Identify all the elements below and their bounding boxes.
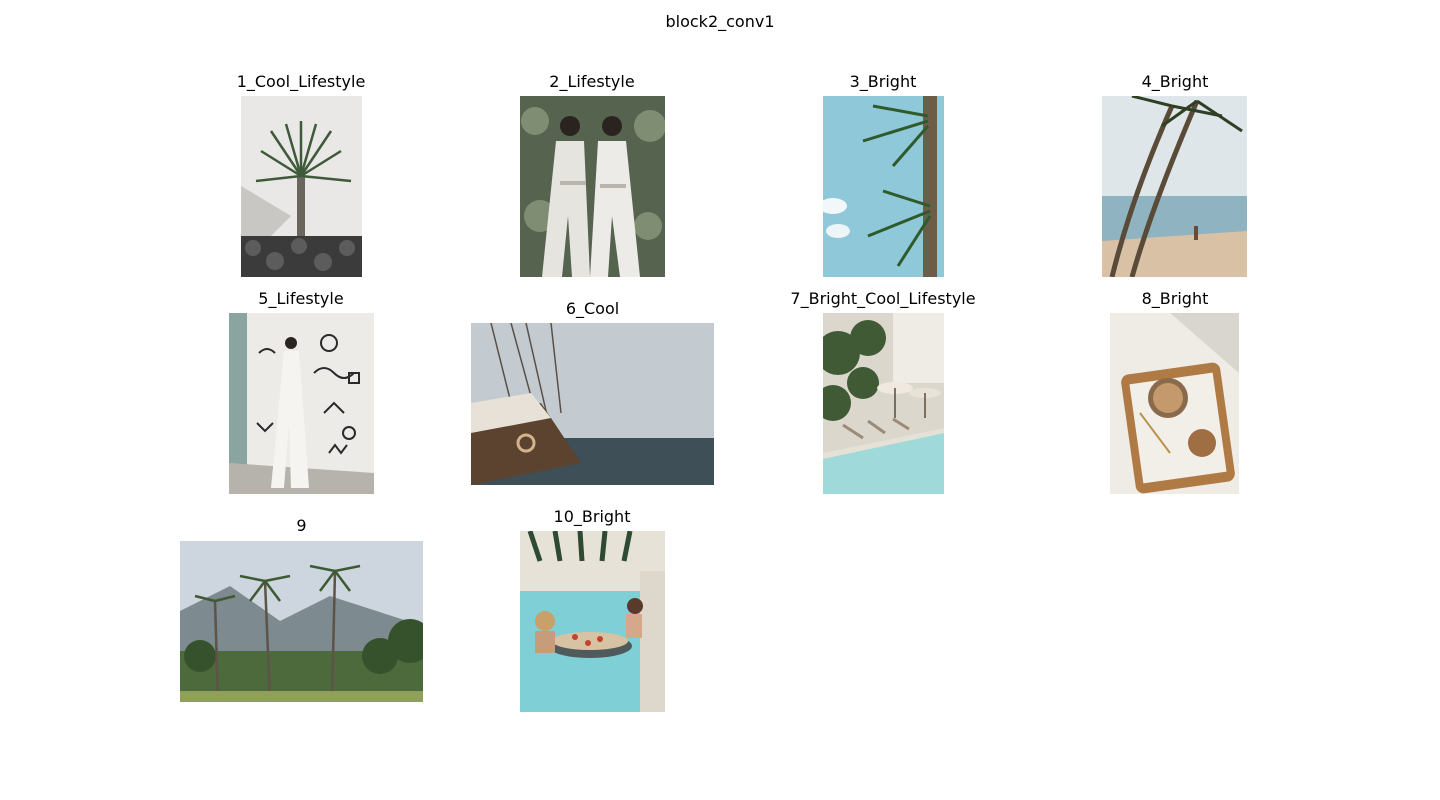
figure-title: block2_conv1: [665, 12, 775, 31]
panel-4: 4_Bright: [1075, 72, 1275, 282]
panel-image: [1110, 313, 1239, 494]
panel-caption: 8_Bright: [1141, 289, 1209, 308]
panel-1: 1_Cool_Lifestyle: [201, 72, 401, 282]
panel-image: [1102, 96, 1247, 277]
panel-caption: 3_Bright: [849, 72, 917, 91]
panel-6: 6_Cool: [470, 299, 715, 489]
panel-image: [471, 323, 714, 485]
panel-caption: 1_Cool_Lifestyle: [236, 72, 366, 91]
panel-9: 9: [179, 516, 424, 706]
panel-3: 3_Bright: [783, 72, 983, 282]
panel-2: 2_Lifestyle: [492, 72, 692, 282]
panel-image: [229, 313, 374, 494]
panel-5: 5_Lifestyle: [201, 289, 401, 499]
panel-caption: 6_Cool: [565, 299, 620, 318]
panel-caption: 10_Bright: [553, 507, 631, 526]
panel-image: [241, 96, 362, 277]
panel-image: [520, 96, 665, 277]
panel-image: [520, 531, 665, 712]
panel-caption: 2_Lifestyle: [549, 72, 635, 91]
panel-image: [180, 541, 423, 702]
panel-caption: 4_Bright: [1141, 72, 1209, 91]
panel-image: [823, 313, 944, 494]
panel-10: 10_Bright: [492, 507, 692, 717]
panel-8: 8_Bright: [1075, 289, 1275, 499]
panel-7: 7_Bright_Cool_Lifestyle: [773, 289, 993, 499]
panel-caption: 5_Lifestyle: [258, 289, 344, 308]
panel-caption: 9: [296, 516, 307, 535]
panel-image: [823, 96, 944, 277]
panel-caption: 7_Bright_Cool_Lifestyle: [790, 289, 976, 308]
